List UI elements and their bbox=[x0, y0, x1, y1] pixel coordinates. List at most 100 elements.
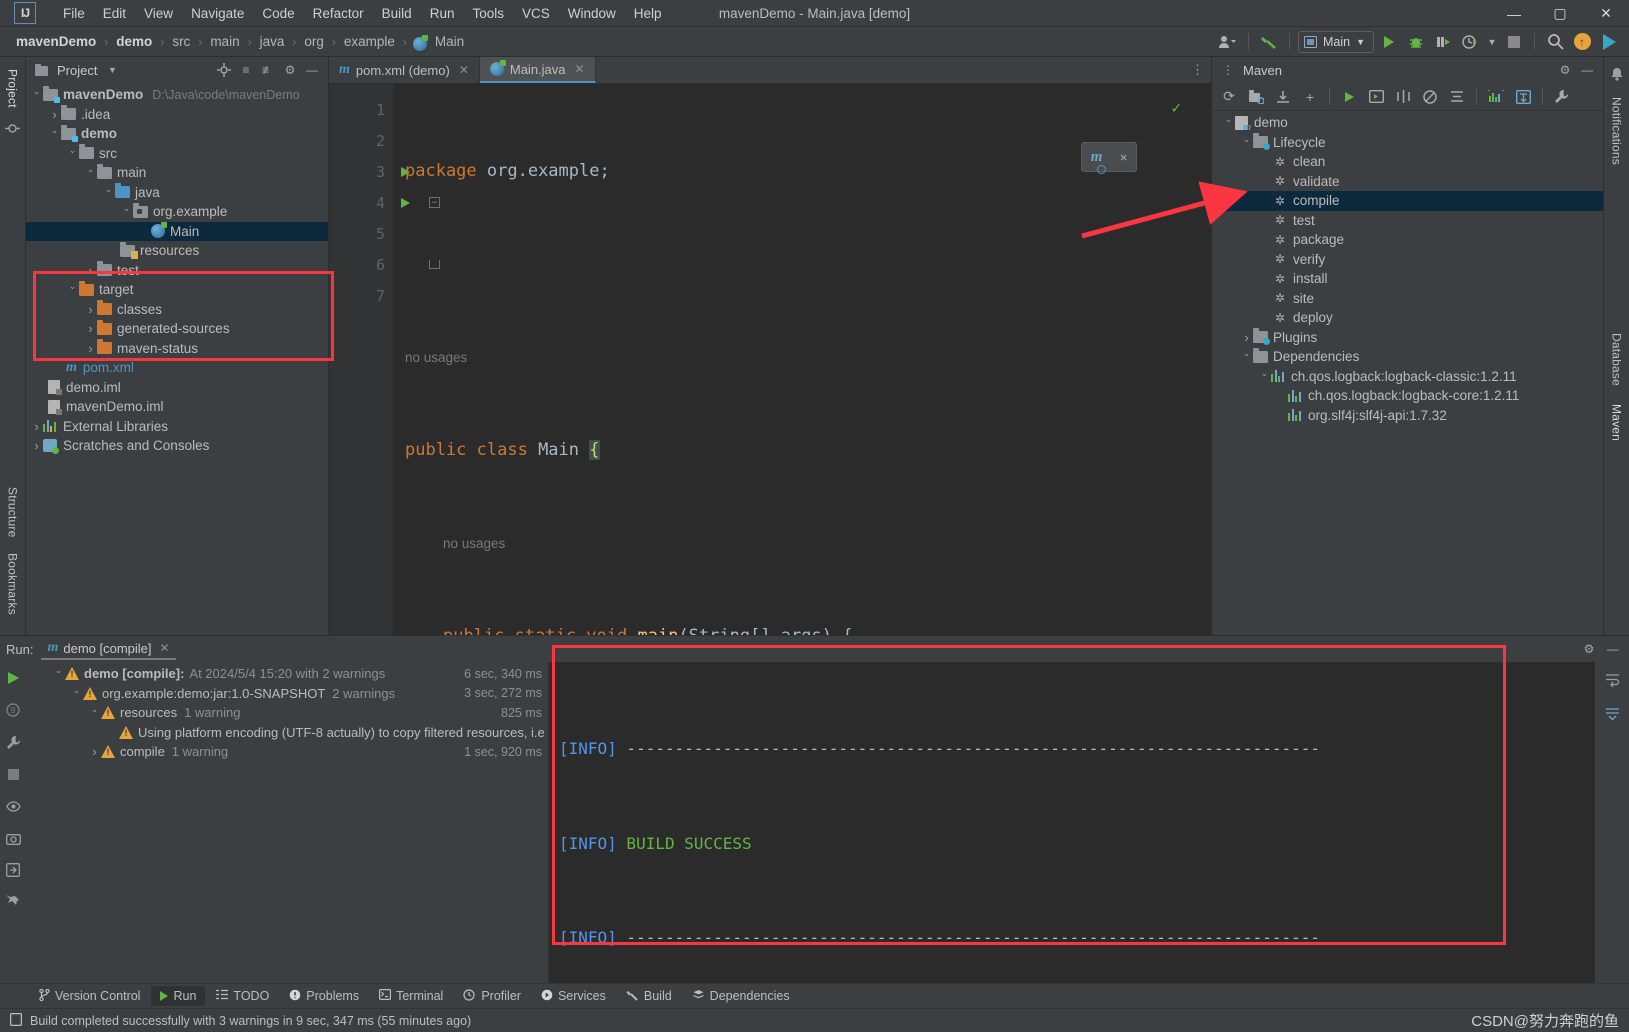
breadcrumb-Main[interactable]: Main bbox=[433, 33, 466, 50]
tab-problems[interactable]: Problems bbox=[280, 986, 368, 1007]
breadcrumb-src[interactable]: src bbox=[170, 33, 192, 50]
chevron-icon[interactable] bbox=[84, 302, 97, 317]
menu-refactor[interactable]: Refactor bbox=[304, 3, 373, 24]
toggle-tasks-icon[interactable]: 9 bbox=[3, 700, 23, 720]
breadcrumb-org[interactable]: org bbox=[302, 33, 326, 50]
tool-window-maven[interactable]: Maven bbox=[1610, 400, 1624, 445]
chevron-icon[interactable] bbox=[84, 341, 97, 356]
build-hammer-icon[interactable] bbox=[1257, 31, 1281, 53]
chevron-icon[interactable] bbox=[88, 744, 101, 759]
chevron-icon[interactable] bbox=[102, 187, 115, 198]
tool-window-database[interactable]: Database bbox=[1610, 329, 1624, 390]
tree-row-maven-status[interactable]: maven-status bbox=[26, 339, 328, 359]
chevron-icon[interactable] bbox=[1258, 371, 1271, 382]
tree-row-src[interactable]: src bbox=[26, 144, 328, 164]
tool-window-bookmarks[interactable]: Bookmarks bbox=[6, 549, 20, 619]
menu-window[interactable]: Window bbox=[559, 3, 625, 24]
maven-settings-icon[interactable] bbox=[1549, 85, 1575, 109]
tab-run[interactable]: Run bbox=[151, 986, 206, 1006]
maven-row-lifecycle[interactable]: Lifecycle bbox=[1212, 133, 1603, 153]
menu-vcs[interactable]: VCS bbox=[513, 3, 559, 24]
tree-row-demo[interactable]: demo bbox=[26, 124, 328, 144]
maven-row-demo[interactable]: demo bbox=[1212, 113, 1603, 133]
tab-build[interactable]: Build bbox=[617, 986, 681, 1007]
console-output[interactable]: [INFO] ---------------------------------… bbox=[549, 662, 1595, 983]
show-warnings-icon[interactable] bbox=[3, 796, 23, 816]
breadcrumb-example[interactable]: example bbox=[342, 33, 397, 50]
export-icon[interactable] bbox=[3, 860, 23, 880]
menu-build[interactable]: Build bbox=[373, 3, 421, 24]
maven-tree[interactable]: demo Lifecycle ✲ clean ✲ validate ✲ bbox=[1212, 111, 1603, 635]
maven-goal-install[interactable]: ✲ install bbox=[1212, 269, 1603, 289]
run-coverage-icon[interactable] bbox=[1431, 31, 1455, 53]
tab-main-java[interactable]: Main.java ✕ bbox=[479, 57, 596, 83]
tree-row-mavenDemo-iml[interactable]: mavenDemo.iml bbox=[26, 397, 328, 417]
gear-icon[interactable]: ⚙ bbox=[1555, 60, 1575, 80]
minimize-button[interactable]: — bbox=[1491, 0, 1537, 27]
breadcrumb-java[interactable]: java bbox=[258, 33, 287, 50]
maximize-button[interactable]: ▢ bbox=[1537, 0, 1583, 27]
build-row-resources[interactable]: resources 1 warning 825 ms bbox=[26, 703, 548, 723]
close-icon[interactable]: ✕ bbox=[1120, 142, 1127, 173]
breadcrumb-main[interactable]: main bbox=[208, 33, 241, 50]
chevron-icon[interactable] bbox=[52, 668, 65, 679]
maven-dep-logback-core[interactable]: ch.qos.logback:logback-core:1.2.11 bbox=[1212, 386, 1603, 406]
chevron-down-icon[interactable]: ▼ bbox=[102, 60, 122, 80]
search-icon[interactable] bbox=[1543, 31, 1567, 53]
close-icon[interactable]: ✕ bbox=[459, 63, 469, 77]
toggle-offline-icon[interactable] bbox=[1417, 85, 1443, 109]
chevron-icon[interactable] bbox=[30, 89, 43, 100]
tree-row-resources[interactable]: resources bbox=[26, 241, 328, 261]
chevron-icon[interactable] bbox=[70, 688, 83, 699]
run-configuration-selector[interactable]: Main ▼ bbox=[1297, 30, 1374, 53]
maven-goal-site[interactable]: ✲ site bbox=[1212, 289, 1603, 309]
maven-row-plugins[interactable]: Plugins bbox=[1212, 328, 1603, 348]
tab-pom-xml[interactable]: m pom.xml (demo) ✕ bbox=[329, 57, 480, 83]
menu-edit[interactable]: Edit bbox=[94, 3, 135, 24]
build-tree[interactable]: demo [compile]: At 2024/5/4 15:20 with 2… bbox=[26, 662, 549, 983]
expand-tree-icon[interactable] bbox=[1510, 85, 1536, 109]
settings-wrench-icon[interactable] bbox=[3, 732, 23, 752]
hide-panel-icon[interactable]: — bbox=[1577, 60, 1597, 80]
menu-navigate[interactable]: Navigate bbox=[182, 3, 253, 24]
maven-row-dependencies[interactable]: Dependencies bbox=[1212, 347, 1603, 367]
tree-row-idea[interactable]: .idea bbox=[26, 105, 328, 125]
tree-row-mavenDemo[interactable]: mavenDemo D:\Java\code\mavenDemo bbox=[26, 85, 328, 105]
close-icon[interactable]: ✕ bbox=[575, 62, 585, 76]
toggle-skip-tests-icon[interactable] bbox=[1390, 85, 1416, 109]
stop-icon[interactable] bbox=[3, 764, 23, 784]
chevron-icon[interactable] bbox=[66, 148, 79, 159]
editor-gutter[interactable]: 1 2 3 − 4 5 6 7 bbox=[329, 84, 440, 635]
chevron-icon[interactable] bbox=[48, 128, 61, 139]
tool-window-structure[interactable]: Structure bbox=[6, 483, 20, 542]
pin-icon[interactable] bbox=[3, 892, 23, 912]
tree-row-test[interactable]: test bbox=[26, 261, 328, 281]
collapse-all-icon[interactable] bbox=[1444, 85, 1470, 109]
tab-services[interactable]: Services bbox=[532, 986, 615, 1007]
tab-terminal[interactable]: Terminal bbox=[370, 986, 452, 1006]
tree-row-external-libraries[interactable]: External Libraries bbox=[26, 417, 328, 437]
tab-version-control[interactable]: Version Control bbox=[30, 986, 149, 1007]
chevron-icon[interactable] bbox=[1222, 117, 1235, 128]
ide-features-icon[interactable] bbox=[1597, 31, 1621, 53]
tool-window-notifications[interactable]: Notifications bbox=[1610, 93, 1624, 169]
tree-row-generated-sources[interactable]: generated-sources bbox=[26, 319, 328, 339]
close-button[interactable]: ✕ bbox=[1583, 0, 1629, 27]
maven-goal-verify[interactable]: ✲ verify bbox=[1212, 250, 1603, 270]
chevron-icon[interactable] bbox=[48, 107, 61, 122]
chevron-icon[interactable] bbox=[1240, 330, 1253, 345]
tree-row-scratches[interactable]: Scratches and Consoles bbox=[26, 436, 328, 456]
maven-goal-package[interactable]: ✲ package bbox=[1212, 230, 1603, 250]
close-icon[interactable]: ✕ bbox=[160, 641, 170, 655]
run-tab-demo-compile[interactable]: m demo [compile] ✕ bbox=[41, 638, 176, 660]
expand-all-icon[interactable]: ≡ bbox=[236, 60, 256, 80]
maven-goal-test[interactable]: ✲ test bbox=[1212, 211, 1603, 231]
hide-panel-icon[interactable]: — bbox=[1603, 639, 1623, 659]
tree-row-pom-xml[interactable]: m pom.xml bbox=[26, 358, 328, 378]
stop-icon[interactable] bbox=[1502, 31, 1526, 53]
chevron-icon[interactable] bbox=[1240, 137, 1253, 148]
build-row-artifact[interactable]: org.example:demo:jar:1.0-SNAPSHOT 2 warn… bbox=[26, 684, 548, 704]
project-tree[interactable]: mavenDemo D:\Java\code\mavenDemo .idea d… bbox=[26, 83, 328, 635]
code-editor[interactable]: 1 2 3 − 4 5 6 7 package org.example; no … bbox=[329, 84, 1211, 635]
tree-row-java[interactable]: java bbox=[26, 183, 328, 203]
